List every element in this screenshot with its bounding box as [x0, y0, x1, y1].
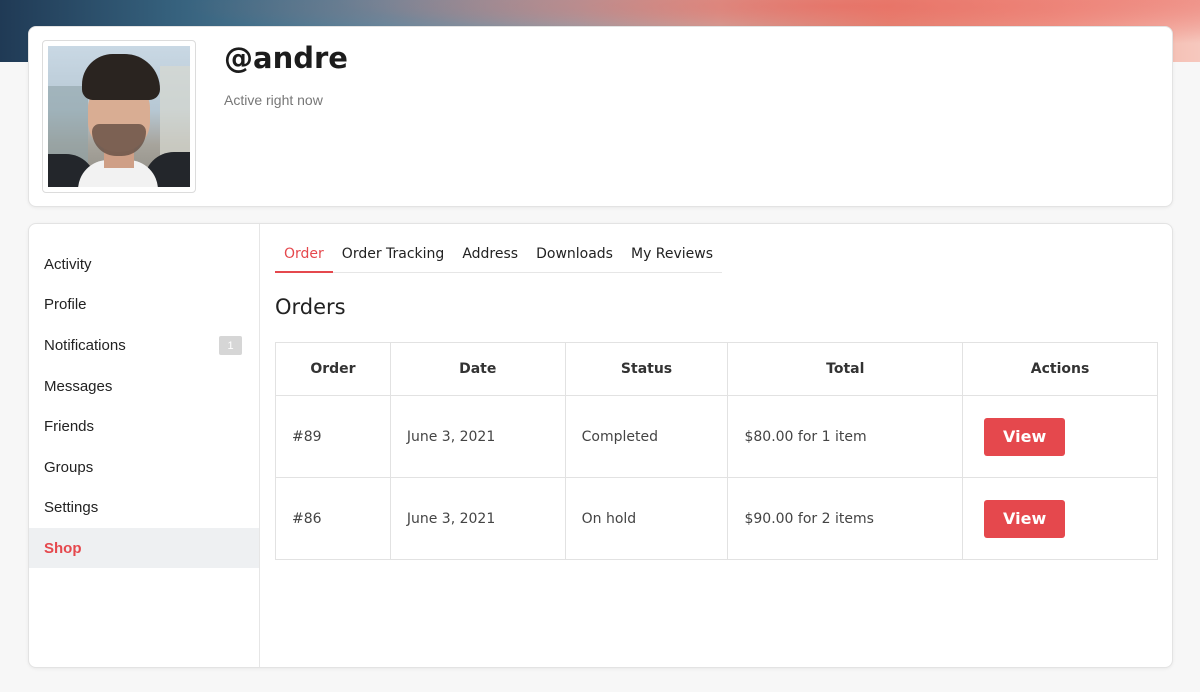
- sidebar-item-label: Messages: [44, 377, 113, 395]
- sidebar-item-label: Groups: [44, 458, 94, 476]
- table-row: #86 June 3, 2021 On hold $90.00 for 2 it…: [275, 477, 1158, 560]
- avatar[interactable]: [42, 40, 196, 193]
- online-status: Active right now: [224, 92, 323, 108]
- sidebar-item-label: Profile: [44, 295, 87, 313]
- order-number: #89: [275, 395, 391, 478]
- sidebar-nav: Activity Profile Notifications 1 Message…: [29, 224, 260, 667]
- orders-table: Order Date Status Total Actions #89 June…: [275, 342, 1158, 560]
- view-order-button[interactable]: View: [984, 499, 1066, 538]
- sidebar-item-label: Notifications: [44, 336, 126, 354]
- column-header-total: Total: [727, 342, 964, 396]
- order-actions: View: [962, 395, 1158, 478]
- column-header-status: Status: [564, 342, 729, 396]
- order-total: $90.00 for 2 items: [727, 477, 964, 560]
- avatar-photo: [48, 46, 190, 187]
- order-number: #86: [275, 477, 391, 560]
- account-panel: Activity Profile Notifications 1 Message…: [28, 223, 1173, 668]
- sidebar-item-label: Settings: [44, 498, 99, 516]
- sidebar-item-settings[interactable]: Settings: [29, 487, 259, 527]
- order-status: On hold: [564, 477, 729, 560]
- profile-header: @andre Active right now: [28, 26, 1173, 207]
- sidebar-item-shop[interactable]: Shop: [29, 528, 259, 568]
- sidebar-item-notifications[interactable]: Notifications 1: [29, 325, 259, 365]
- table-row: #89 June 3, 2021 Completed $80.00 for 1 …: [275, 395, 1158, 478]
- order-total: $80.00 for 1 item: [727, 395, 964, 478]
- order-status: Completed: [564, 395, 729, 478]
- sidebar-item-label: Friends: [44, 417, 95, 435]
- column-header-order: Order: [275, 342, 391, 396]
- table-header-row: Order Date Status Total Actions: [275, 342, 1158, 396]
- tab-order[interactable]: Order: [275, 242, 333, 273]
- sidebar-item-profile[interactable]: Profile: [29, 284, 259, 324]
- order-date: June 3, 2021: [389, 395, 566, 478]
- order-date: June 3, 2021: [389, 477, 566, 560]
- tab-address[interactable]: Address: [453, 242, 527, 273]
- sidebar-item-messages[interactable]: Messages: [29, 366, 259, 406]
- column-header-date: Date: [389, 342, 566, 396]
- tab-order-tracking[interactable]: Order Tracking: [333, 242, 454, 273]
- shop-tabs: Order Order Tracking Address Downloads M…: [275, 242, 723, 273]
- section-title: Orders: [275, 295, 346, 319]
- view-order-button[interactable]: View: [984, 417, 1066, 456]
- sidebar-item-friends[interactable]: Friends: [29, 406, 259, 446]
- column-header-actions: Actions: [962, 342, 1158, 396]
- username: @andre: [224, 41, 348, 75]
- tab-my-reviews[interactable]: My Reviews: [622, 242, 722, 273]
- notification-count-badge: 1: [219, 336, 242, 355]
- sidebar-item-label: Shop: [44, 539, 82, 557]
- tab-downloads[interactable]: Downloads: [527, 242, 622, 273]
- sidebar-item-label: Activity: [44, 255, 92, 273]
- sidebar-item-activity[interactable]: Activity: [29, 244, 259, 284]
- order-actions: View: [962, 477, 1158, 560]
- sidebar-item-groups[interactable]: Groups: [29, 447, 259, 487]
